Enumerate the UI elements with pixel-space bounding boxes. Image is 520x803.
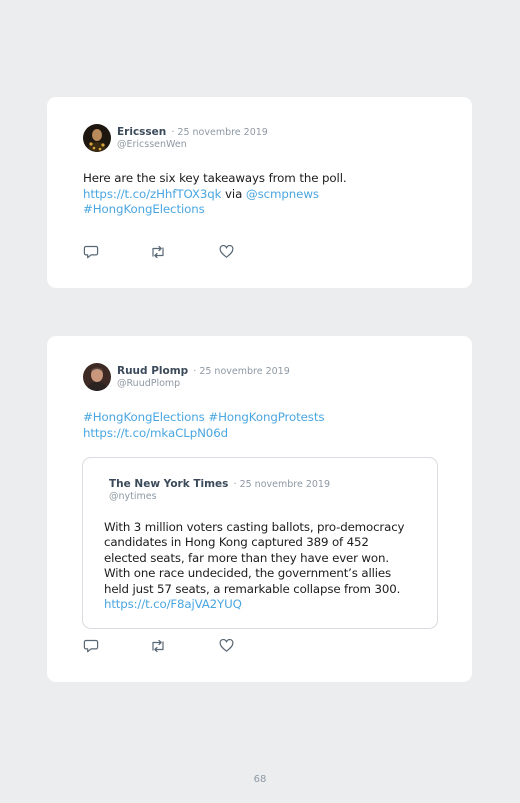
tweet-text: #HongKongElections #HongKongProtests htt… (83, 410, 325, 442)
author-handle[interactable]: @RuudPlomp (117, 378, 290, 390)
quoted-tweet-text: With 3 million voters casting ballots, p… (104, 520, 429, 612)
heart-icon[interactable] (219, 638, 234, 657)
quoted-tweet-date: · 25 novembre 2019 (233, 479, 331, 490)
hashtag-link[interactable]: #HongKongElections (83, 202, 347, 218)
author-handle[interactable]: @EricssenWen (117, 139, 268, 151)
tweet-card: Ruud Plomp · 25 novembre 2019 @RuudPlomp… (47, 336, 472, 682)
quoted-text-line: With one race undecided, the government’… (104, 566, 391, 581)
quoted-author-handle[interactable]: @nytimes (109, 491, 330, 503)
mention-link[interactable]: @scmpnews (246, 187, 319, 201)
quoted-text-line: held just 57 seats, a remarkable collaps… (104, 581, 401, 596)
page-number: 68 (253, 774, 267, 785)
reply-icon[interactable] (83, 638, 99, 657)
tweet-date: · 25 novembre 2019 (171, 127, 268, 138)
retweet-icon[interactable] (149, 244, 167, 263)
hashtag-links[interactable]: #HongKongElections #HongKongProtests (83, 410, 325, 426)
quoted-text-line: candidates in Hong Kong captured 389 of … (104, 535, 369, 550)
author-name[interactable]: Ruud Plomp (117, 365, 188, 377)
quoted-tweet-header: The New York Times · 25 novembre 2019 @n… (109, 476, 330, 503)
author-name[interactable]: Ericssen (117, 126, 166, 138)
quoted-text-line: elected seats, far more than they have e… (104, 550, 389, 565)
tweet-link[interactable]: https://t.co/zHhfTOX3qk (83, 187, 221, 201)
heart-icon[interactable] (219, 244, 234, 263)
tweet-text: Here are the six key takeaways from the … (83, 171, 347, 218)
quoted-text-line: With 3 million voters casting ballots, p… (104, 520, 405, 534)
reply-icon[interactable] (83, 244, 99, 263)
quoted-tweet-link[interactable]: https://t.co/F8ajVA2YUQ (104, 597, 429, 612)
avatar[interactable] (83, 363, 111, 391)
tweet-card: Ericssen · 25 novembre 2019 @EricssenWen… (47, 97, 472, 288)
retweet-icon[interactable] (149, 638, 167, 657)
tweet-body: Here are the six key takeaways from the … (83, 171, 347, 185)
tweet-link[interactable]: https://t.co/mkaCLpN06d (83, 426, 324, 442)
quoted-author-name[interactable]: The New York Times (109, 478, 228, 490)
quoted-tweet[interactable]: The New York Times · 25 novembre 2019 @n… (82, 457, 438, 629)
via-text: via (221, 186, 246, 201)
tweet-date: · 25 novembre 2019 (193, 366, 290, 377)
tweet-header: Ruud Plomp · 25 novembre 2019 @RuudPlomp (83, 363, 290, 393)
tweet-header: Ericssen · 25 novembre 2019 @EricssenWen (83, 124, 268, 154)
avatar[interactable] (83, 124, 111, 152)
